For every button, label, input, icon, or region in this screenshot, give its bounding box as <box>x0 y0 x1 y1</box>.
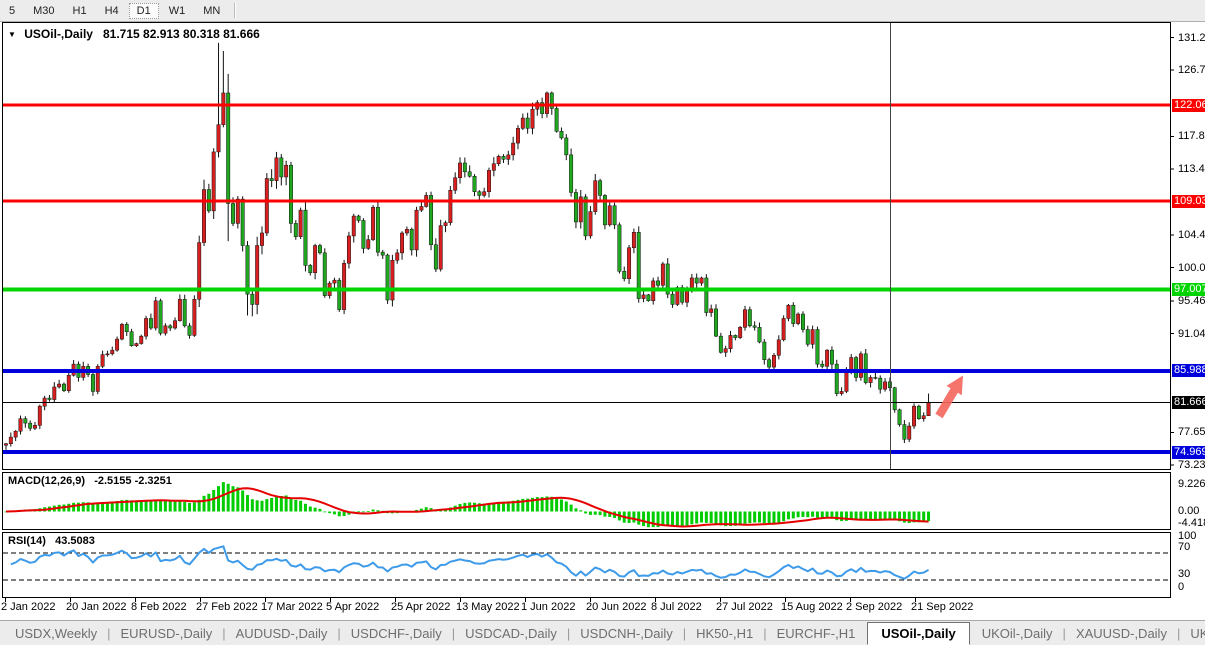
price-line-badge: 74.969 <box>1172 446 1205 459</box>
macd-axis-label: 0.00 <box>1178 505 1199 517</box>
macd-indicator <box>5 482 931 527</box>
price-tick-label: 104.430 <box>1178 229 1205 241</box>
price-tick-label: 91.040 <box>1178 328 1205 340</box>
macd-axis-label: -4.4188 <box>1178 517 1205 529</box>
price-tick-label: 95.460 <box>1178 295 1205 307</box>
mt4-window: { "toolbar": {"timeframes": ["5", "M30",… <box>0 0 1205 645</box>
chart-ohlc-values: 81.715 82.913 80.318 81.666 <box>103 27 260 41</box>
macd-values: -2.5155 -2.3251 <box>94 475 172 487</box>
date-tick-label: 20 Jun 2022 <box>586 601 647 613</box>
price-line-badge: 97.007 <box>1172 283 1205 296</box>
price-tick-label: 77.650 <box>1178 426 1205 438</box>
date-tick-label: 8 Jul 2022 <box>651 601 702 613</box>
date-tick-label: 27 Feb 2022 <box>196 601 258 613</box>
date-tick-label: 25 Apr 2022 <box>391 601 450 613</box>
date-tick-label: 2 Sep 2022 <box>846 601 902 613</box>
price-tick-label: 73.230 <box>1178 459 1205 471</box>
date-tick-label: 21 Sep 2022 <box>911 601 973 613</box>
up-arrow-annotation[interactable] <box>935 376 963 419</box>
date-tick-label: 1 Jun 2022 <box>521 601 575 613</box>
chart-title: ▼ USOil-,Daily 81.715 82.913 80.318 81.6… <box>8 27 260 41</box>
date-tick-label: 13 May 2022 <box>456 601 520 613</box>
price-line-badge: 109.038 <box>1172 195 1205 208</box>
date-tick-label: 17 Mar 2022 <box>261 601 323 613</box>
date-tick-label: 27 Jul 2022 <box>716 601 773 613</box>
chart-canvas[interactable] <box>0 0 1205 645</box>
panel-borders <box>3 23 1171 598</box>
date-tick-label: 15 Aug 2022 <box>781 601 843 613</box>
macd-name: MACD(12,26,9) <box>8 475 85 487</box>
rsi-label: RSI(14) 43.5083 <box>8 535 95 547</box>
rsi-axis-label: 0 <box>1178 581 1184 593</box>
macd-axis-label: 9.2266 <box>1178 478 1205 490</box>
date-tick-label: 20 Jan 2022 <box>66 601 127 613</box>
chart-title-dropdown-icon[interactable]: ▼ <box>8 30 16 39</box>
date-tick-label: 8 Feb 2022 <box>131 601 187 613</box>
price-line-badge: 81.666 <box>1172 396 1205 409</box>
rsi-axis-label: 70 <box>1178 541 1190 553</box>
horizontal-price-lines[interactable] <box>3 105 1170 452</box>
rsi-value: 43.5083 <box>55 535 95 547</box>
price-tick-label: 113.400 <box>1178 163 1205 175</box>
date-tick-label: 5 Apr 2022 <box>326 601 379 613</box>
price-line-badge: 122.068 <box>1172 99 1205 112</box>
price-tick-label: 131.210 <box>1178 32 1205 44</box>
date-axis[interactable]: 2 Jan 2022 20 Jan 2022 8 Feb 2022 27 Feb 20… <box>0 598 1205 616</box>
rsi-axis-label: 30 <box>1178 568 1190 580</box>
price-tick-label: 126.790 <box>1178 64 1205 76</box>
price-tick-label: 100.010 <box>1178 262 1205 274</box>
chart-symbol-label: USOil-,Daily <box>24 27 93 41</box>
date-tick-label: 2 Jan 2022 <box>1 601 55 613</box>
price-line-badge: 85.988 <box>1172 364 1205 377</box>
price-tick-label: 117.820 <box>1178 130 1205 142</box>
rsi-name: RSI(14) <box>8 535 46 547</box>
macd-label: MACD(12,26,9) -2.5155 -2.3251 <box>8 475 172 487</box>
rsi-indicator <box>3 546 1169 580</box>
